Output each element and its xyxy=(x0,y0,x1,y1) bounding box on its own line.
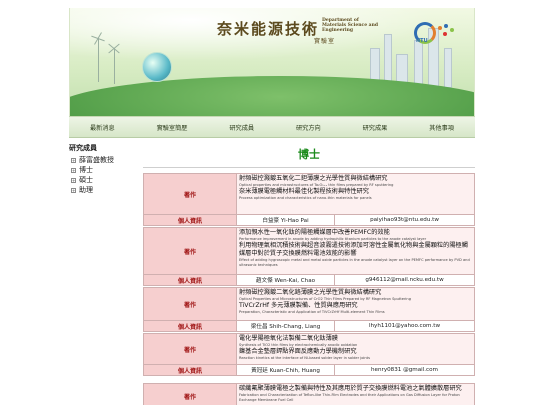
publication-list: 射頻磁控濺鍍二氧化鉻薄膜之光學性質與微結構研究 Optical Properti… xyxy=(237,288,474,320)
nav-members[interactable]: 研究成員 xyxy=(225,121,258,134)
expand-icon[interactable]: + xyxy=(71,167,76,173)
page-title: 博士 xyxy=(298,148,320,161)
publication-list: 射頻磁控濺鍍五氧化二鉭薄膜之光學性質與微結構研究 Optical propert… xyxy=(237,174,474,214)
member-name: 白益豪 Yi-Hao Pai xyxy=(237,215,335,225)
expand-icon[interactable]: + xyxy=(71,187,76,193)
main-nav: 最新消息 實驗室簡歷 研究成員 研究方向 研究成果 其他事項 xyxy=(69,116,475,138)
member-email[interactable]: paiyihao93t@ntu.edu.tw xyxy=(335,215,474,225)
main-content: 博士 著作 射頻磁控濺鍍五氧化二鉭薄膜之光學性質與微結構研究 Optical p… xyxy=(143,143,475,405)
publications-label: 著作 xyxy=(144,174,237,214)
member-info-row: 個人資訊 趙文傑 Wen-Kai, Chao g946112@mail.ncku… xyxy=(144,274,474,285)
publication-title: 電化學陽極氧化法製備二氧化鈦薄膜 xyxy=(239,335,338,342)
publication-title: TiVCrZrHf 多元薄膜製備、性質與應用研究 xyxy=(239,302,358,309)
page: 奈米能源技術 實驗室 Department of Materials Scien… xyxy=(0,0,540,405)
wind-turbine-icon xyxy=(98,38,99,82)
member-name: 趙文傑 Wen-Kai, Chao xyxy=(237,275,335,285)
header-banner: 奈米能源技術 實驗室 Department of Materials Scien… xyxy=(69,8,475,116)
member-info-row: 個人資訊 黃冠廷 Kuan-Chih, Huang henry0831 @gma… xyxy=(144,364,474,375)
sidebar-item-master[interactable]: + 碩士 xyxy=(69,175,141,185)
publication-list: 添加親水性一氧化鈦的陽極觸媒層中改善PEMFC的效能 Performance i… xyxy=(237,228,474,274)
nav-news[interactable]: 最新消息 xyxy=(86,121,119,134)
publication-title-en: Reaction kinetics at the interface of Ni… xyxy=(239,356,370,360)
publications-label: 著作 xyxy=(144,228,237,274)
member-name: 黃冠廷 Kuan-Chih, Huang xyxy=(237,365,335,375)
publication-title: 鎳基合金墊層銲點界面反應動力學機制研究 xyxy=(239,348,357,355)
member-card: 著作 電化學陽極氧化法製備二氧化鈦薄膜 Synthesis of TiO2 th… xyxy=(143,333,475,376)
member-card: 著作 射頻磁控濺鍍五氧化二鉭薄膜之光學性質與微結構研究 Optical prop… xyxy=(143,173,475,226)
member-info-row: 個人資訊 梁仕昌 Shih-Chang, Liang lhyh1101@yaho… xyxy=(144,320,474,331)
site-title: 奈米能源技術 xyxy=(217,20,320,38)
wind-turbine-icon xyxy=(114,48,115,84)
building-icon xyxy=(444,48,452,88)
publication-list: 碳纖氟聚薄膜電極之製備與特性及其應用於質子交換膜燃料電池之氣體擴散層研究 Fab… xyxy=(237,384,474,405)
divider xyxy=(143,167,475,168)
publications-label: 著作 xyxy=(144,384,237,405)
university-logo: NTU xyxy=(412,18,464,48)
publication-title: 利用物理氣相沉積技術與超音波霧遣技術添加可溶性金屬氧化物與金屬顆粒的陽極觸媒層中… xyxy=(239,242,468,257)
nav-results[interactable]: 研究成果 xyxy=(359,121,392,134)
publication-title: 射頻磁控濺鍍二氧化鉻薄膜之光學性質與微結構研究 xyxy=(239,289,382,296)
member-name: 梁仕昌 Shih-Chang, Liang xyxy=(237,321,335,331)
site-subtitle: 實驗室 xyxy=(314,38,336,45)
publication-title-en: Process optimization and characteristics… xyxy=(239,196,372,200)
expand-icon[interactable]: + xyxy=(71,177,76,183)
sidebar: 研究成員 + 薛富盛教授 + 博士 + 碩士 + 助理 xyxy=(69,143,141,195)
member-card: 著作 添加親水性一氧化鈦的陽極觸媒層中改善PEMFC的效能 Performanc… xyxy=(143,227,475,286)
sidebar-item-professor[interactable]: + 薛富盛教授 xyxy=(69,155,141,165)
publication-title: 添加親水性一氧化鈦的陽極觸媒層中改善PEMFC的效能 xyxy=(239,229,390,236)
personal-info-label: 個人資訊 xyxy=(144,365,237,375)
personal-info-label: 個人資訊 xyxy=(144,321,237,331)
sidebar-item-phd[interactable]: + 博士 xyxy=(69,165,141,175)
publication-title: 奈米薄膜電極觸材料最佳化製程技術與特性研究 xyxy=(239,188,369,195)
nav-research[interactable]: 研究方向 xyxy=(292,121,325,134)
nav-other[interactable]: 其他事項 xyxy=(425,121,458,134)
publication-title-en: Effect of adding hygroscopic metal and m… xyxy=(239,258,470,267)
member-email[interactable]: lhyh1101@yahoo.com.tw xyxy=(335,321,474,331)
personal-info-label: 個人資訊 xyxy=(144,215,237,225)
expand-icon[interactable]: + xyxy=(71,157,76,163)
publication-title: 射頻磁控濺鍍五氧化二鉭薄膜之光學性質與微結構研究 xyxy=(239,175,388,182)
publications-label: 著作 xyxy=(144,334,237,364)
publications-label: 著作 xyxy=(144,288,237,320)
publication-list: 電化學陽極氧化法製備二氧化鈦薄膜 Synthesis of TiO2 thin … xyxy=(237,334,474,364)
member-email[interactable]: henry0831 @gmail.com xyxy=(335,365,474,375)
member-info-row: 個人資訊 白益豪 Yi-Hao Pai paiyihao93t@ntu.edu.… xyxy=(144,214,474,225)
sidebar-item-assistant[interactable]: + 助理 xyxy=(69,185,141,195)
personal-info-label: 個人資訊 xyxy=(144,275,237,285)
publication-title-en: Preparation, Characteristic and Applicat… xyxy=(239,310,385,314)
nav-lab-intro[interactable]: 實驗室簡歷 xyxy=(153,121,192,134)
member-card: 著作 射頻磁控濺鍍二氧化鉻薄膜之光學性質與微結構研究 Optical Prope… xyxy=(143,287,475,332)
sidebar-heading: 研究成員 xyxy=(69,144,97,152)
globe-icon xyxy=(142,52,172,82)
publication-title-en: Fabrication and Characterization of Tefl… xyxy=(239,393,460,402)
member-email[interactable]: g946112@mail.ncku.edu.tw xyxy=(335,275,474,285)
department-name: Department of Materials Science and Engi… xyxy=(322,18,378,33)
publication-title: 碳纖氟聚薄膜電極之製備與特性及其應用於質子交換膜燃料電池之氣體擴散層研究 xyxy=(239,385,462,392)
member-card: 著作 碳纖氟聚薄膜電極之製備與特性及其應用於質子交換膜燃料電池之氣體擴散層研究 … xyxy=(143,383,475,405)
